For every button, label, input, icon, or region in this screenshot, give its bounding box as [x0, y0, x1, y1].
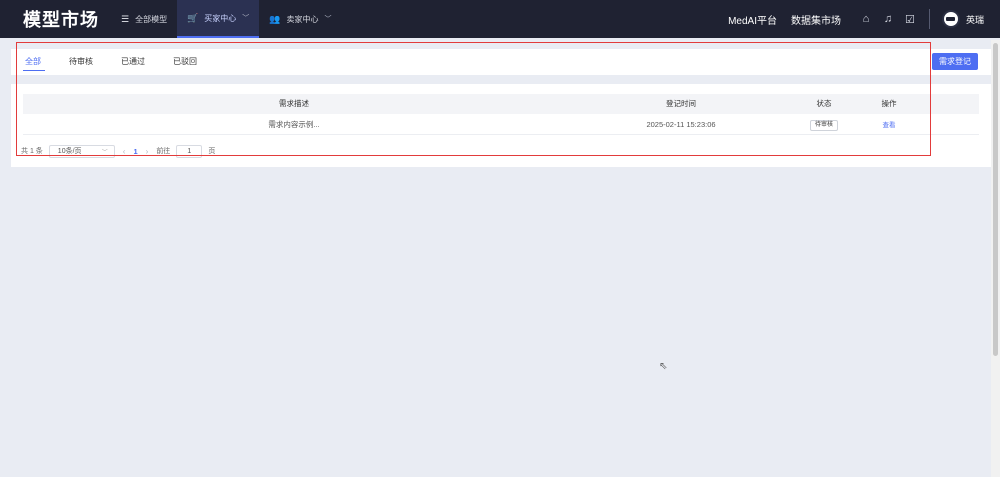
col-header-action: 操作	[881, 99, 897, 108]
col-header-time: 登记时间	[666, 99, 696, 108]
row-time: 2025-02-11 15:23:06	[646, 120, 716, 129]
request-table-card: 需求描述 登记时间 状态 操作 需求内容示例... 2025-02-11 15:…	[11, 84, 991, 167]
nav-all-models[interactable]: ☰ 全部模型	[111, 0, 177, 38]
row-action: 查看	[883, 115, 896, 135]
view-link[interactable]: 查看	[883, 122, 896, 129]
mouse-cursor-icon: ⇖	[659, 361, 668, 372]
brand-title[interactable]: 模型市场	[23, 6, 111, 32]
table-header: 需求描述 登记时间 状态 操作	[23, 94, 979, 114]
row-description: 需求内容示例...	[268, 120, 320, 129]
users-icon: 👥	[269, 13, 281, 24]
divider	[928, 9, 930, 29]
scrollbar-thumb[interactable]	[993, 43, 998, 356]
nav-buyer-center-label: 买家中心	[204, 13, 237, 23]
page-number[interactable]: 1	[133, 147, 137, 156]
goto-label: 前往	[156, 148, 171, 155]
col-header-description: 需求描述	[279, 99, 309, 108]
chevron-down-icon: ﹀	[101, 149, 108, 156]
edit-icon[interactable]: ☑	[899, 13, 921, 26]
row-status: 待审核	[809, 115, 839, 135]
home-icon[interactable]: ⌂	[855, 13, 877, 25]
status-tabs: 全部 待审核 已通过 已驳回	[11, 49, 991, 75]
page-unit-label: 页	[208, 148, 216, 155]
tab-pending[interactable]: 待审核	[69, 49, 93, 75]
page-size-select[interactable]: 10条/页 ﹀	[48, 144, 115, 158]
chevron-down-icon: ﹀	[242, 15, 250, 22]
scrollbar[interactable]	[991, 40, 1000, 477]
prev-page-icon[interactable]: ‹	[123, 147, 126, 156]
request-register-button[interactable]: 需求登记	[932, 53, 978, 70]
nav-buyer-center[interactable]: 🛒 买家中心 ﹀	[177, 0, 260, 38]
total-count: 共 1 条	[21, 148, 43, 155]
bell-icon[interactable]: ♫	[877, 13, 899, 25]
status-badge: 待审核	[809, 119, 839, 131]
tab-all[interactable]: 全部	[23, 49, 45, 75]
col-header-status: 状态	[816, 99, 832, 108]
tab-approved[interactable]: 已通过	[121, 49, 145, 75]
chevron-down-icon: ﹀	[324, 16, 332, 23]
nav-all-models-label: 全部模型	[135, 14, 168, 24]
page-size-value: 10条/页	[57, 148, 82, 155]
table-row: 需求内容示例... 2025-02-11 15:23:06 待审核 查看	[23, 115, 979, 135]
pagination: 共 1 条 10条/页 ﹀ ‹ 1 › 前往 1 页	[21, 144, 215, 158]
top-right-area: MedAI平台 数据集市场 ⌂ ♫ ☑ 英瑞	[728, 0, 1000, 38]
link-dataset-market[interactable]: 数据集市场	[791, 12, 841, 27]
nav-seller-center-label: 卖家中心	[286, 14, 319, 24]
link-medai-platform[interactable]: MedAI平台	[728, 12, 777, 27]
user-name[interactable]: 英瑞	[966, 13, 984, 26]
goto-page-input[interactable]: 1	[176, 144, 203, 158]
nav-seller-center[interactable]: 👥 卖家中心 ﹀	[259, 0, 341, 38]
tab-rejected[interactable]: 已驳回	[173, 49, 197, 75]
top-navbar: 模型市场 ☰ 全部模型 🛒 买家中心 ﹀ 👥 卖家中心 ﹀ MedAI平台 数据…	[0, 0, 1000, 38]
cart-icon: 🛒	[187, 12, 199, 23]
avatar[interactable]	[941, 10, 960, 28]
list-icon: ☰	[121, 13, 130, 24]
next-page-icon[interactable]: ›	[146, 147, 149, 156]
